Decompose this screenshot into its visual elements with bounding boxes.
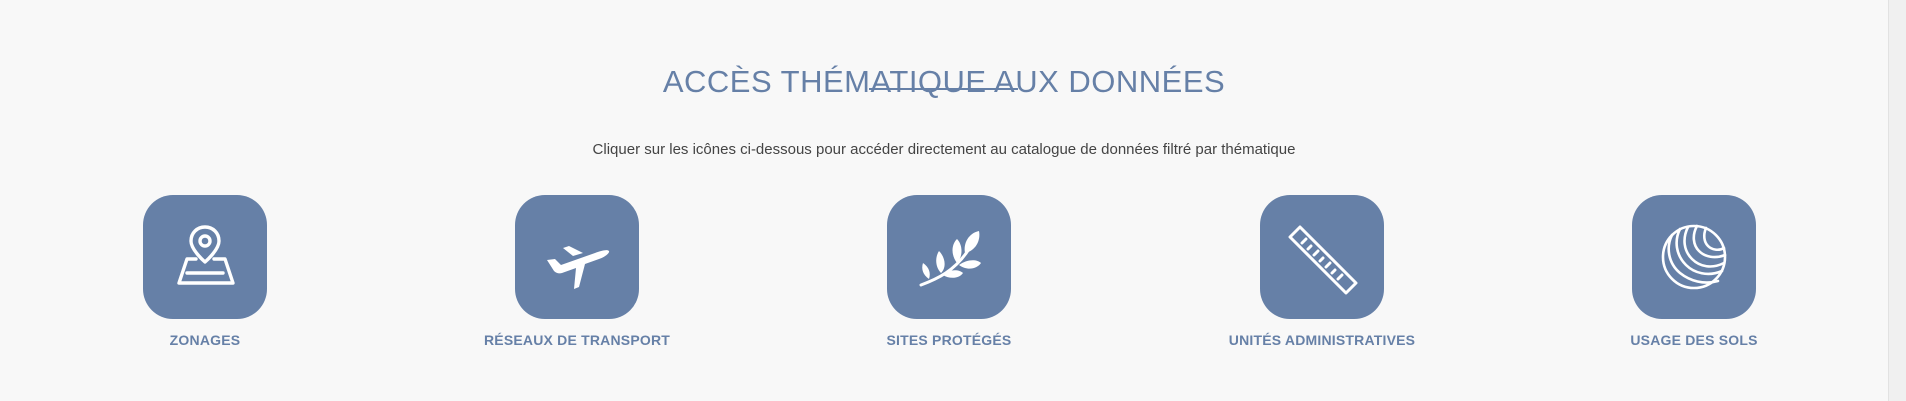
map-pin-icon — [177, 225, 235, 285]
theme-icon-box[interactable] — [1632, 195, 1756, 319]
section-subtitle: Cliquer sur les icônes ci-dessous pour a… — [592, 141, 1296, 158]
theme-tile-reseaux-transport[interactable]: RÉSEAUX DE TRANSPORT — [427, 195, 727, 348]
theme-tiles: ZONAGES RÉSEAUX DE TRANSPORT SITES PROTÉ… — [0, 195, 1888, 355]
airplane-icon — [547, 246, 610, 289]
theme-icon-box[interactable] — [515, 195, 639, 319]
theme-label: UNITÉS ADMINISTRATIVES — [1228, 332, 1416, 348]
theme-label: ZONAGES — [169, 332, 241, 348]
theme-label: SITES PROTÉGÉS — [886, 332, 1012, 348]
theme-tile-usage-sols[interactable]: USAGE DES SOLS — [1544, 195, 1844, 348]
theme-icon-box[interactable] — [1260, 195, 1384, 319]
theme-label: RÉSEAUX DE TRANSPORT — [483, 332, 671, 348]
theme-icon-box[interactable] — [887, 195, 1011, 319]
theme-tile-sites-proteges[interactable]: SITES PROTÉGÉS — [799, 195, 1099, 348]
title-divider — [869, 88, 1018, 90]
theme-tile-unites-administratives[interactable]: UNITÉS ADMINISTRATIVES — [1172, 195, 1472, 348]
theme-icon-box[interactable] — [143, 195, 267, 319]
page: ACCÈS THÉMATIQUE AUX DONNÉES Cliquer sur… — [0, 0, 1888, 401]
leaf-branch-icon — [919, 231, 981, 287]
theme-label: USAGE DES SOLS — [1630, 332, 1758, 348]
section-title: ACCÈS THÉMATIQUE AUX DONNÉES — [662, 63, 1226, 99]
page-scrollbar[interactable] — [1888, 0, 1906, 401]
theme-tile-zonages[interactable]: ZONAGES — [55, 195, 355, 348]
ruler-icon — [1288, 225, 1358, 295]
land-use-icon — [1661, 224, 1727, 290]
